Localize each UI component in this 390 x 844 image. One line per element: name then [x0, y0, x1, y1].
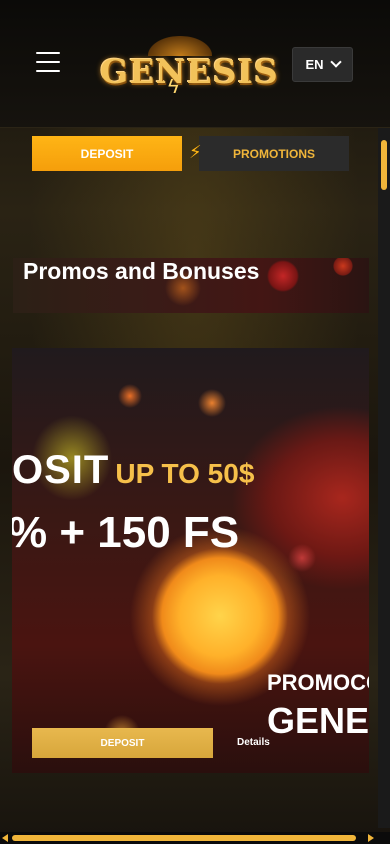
- deposit-promotions-tabs: DEPOSIT ⚡ PROMOTIONS: [32, 136, 350, 171]
- tab-promotions-label: PROMOTIONS: [232, 146, 315, 161]
- site-logo[interactable]: GENESIS ϟ: [100, 30, 279, 100]
- scroll-left-arrow-icon[interactable]: [2, 834, 8, 842]
- top-header: GENESIS ϟ EN: [0, 0, 390, 128]
- chevron-down-icon: [329, 56, 342, 68]
- promo-banner[interactable]: OSITUP TO 50$ % + 150 FS PROMOCC GENES D…: [12, 348, 369, 773]
- banner-offer: % + 150 FS: [12, 508, 240, 557]
- lightning-bolt-icon: ⚡: [189, 142, 202, 162]
- scroll-right-arrow-icon[interactable]: [368, 834, 374, 842]
- banner-promocode-value: GENES: [267, 700, 369, 741]
- language-selector[interactable]: EN: [292, 47, 353, 82]
- page-title: Promos and Bonuses: [23, 258, 260, 284]
- banner-headline-main: OSIT: [12, 448, 110, 492]
- logo-lightning-icon: ϟ: [168, 76, 179, 98]
- promos-header-banner: Promos and Bonuses: [13, 258, 369, 313]
- banner-promocode-label: PROMOCC: [267, 670, 369, 695]
- language-label: EN: [305, 57, 324, 72]
- horizontal-scrollbar[interactable]: [0, 832, 390, 844]
- tab-deposit[interactable]: DEPOSIT: [32, 136, 182, 171]
- banner-details-link[interactable]: Details: [237, 737, 270, 748]
- logo-text: GENESIS: [100, 52, 279, 91]
- horizontal-scrollbar-thumb[interactable]: [12, 835, 356, 841]
- vertical-scrollbar-thumb[interactable]: [381, 140, 387, 190]
- vertical-scrollbar[interactable]: [378, 128, 390, 828]
- hamburger-menu-icon[interactable]: [36, 52, 60, 74]
- banner-deposit-button[interactable]: DEPOSIT: [32, 728, 213, 758]
- app-root: GENESIS ϟ EN DEPOSIT ⚡ PROMOTIONS Promos…: [0, 0, 390, 844]
- banner-headline: OSIT UP TO 50$: [12, 448, 254, 493]
- tab-promotions[interactable]: ⚡ PROMOTIONS: [189, 136, 349, 171]
- banner-headline-accent: UP TO 50$: [115, 458, 255, 489]
